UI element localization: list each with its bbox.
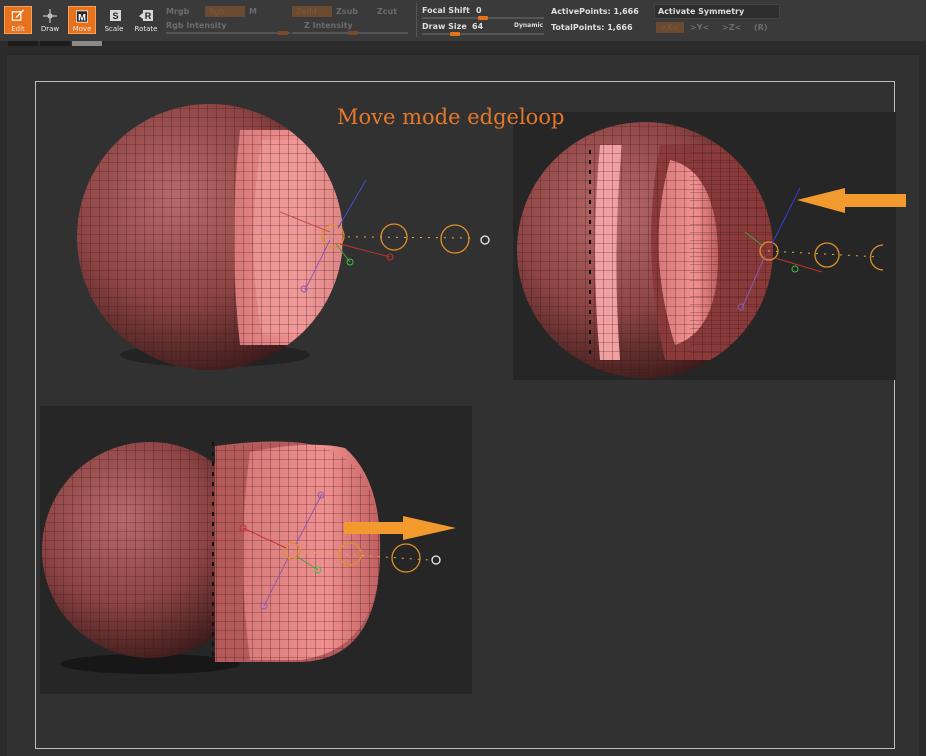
arrow-left-icon [797, 188, 906, 213]
sphere-1 [77, 104, 490, 370]
sphere-3 [42, 441, 456, 674]
sphere-2 [517, 122, 906, 378]
scene [42, 104, 906, 674]
